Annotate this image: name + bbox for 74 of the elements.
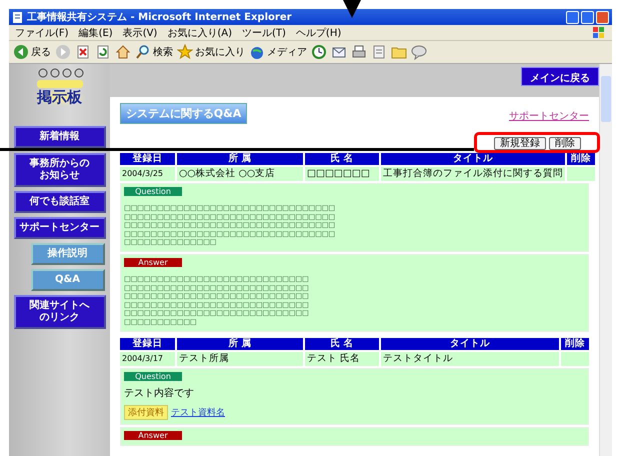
home-icon xyxy=(115,44,131,60)
refresh-button[interactable] xyxy=(95,44,111,60)
answer-label: Answer xyxy=(124,430,182,440)
action-button[interactable]: 削除 xyxy=(549,137,581,150)
sidebar-nav-button[interactable]: 何でも談話室 xyxy=(14,191,106,213)
column-header: 削除 xyxy=(567,153,595,165)
table-cell: 2004/3/25 xyxy=(120,167,175,181)
column-header: 氏 名 xyxy=(305,153,379,165)
search-icon xyxy=(135,44,151,60)
menu-item[interactable]: ファイル(F) xyxy=(15,26,69,40)
close-button[interactable] xyxy=(596,10,609,24)
column-header: 所 属 xyxy=(177,153,303,165)
table-cell: 2004/3/17 xyxy=(120,352,175,366)
logo-text: 掲示板 xyxy=(33,89,86,106)
search-button[interactable]: 検索 xyxy=(135,44,173,60)
menu-item[interactable]: ツール(T) xyxy=(242,26,286,40)
menu-item[interactable]: 表示(V) xyxy=(122,26,158,40)
question-label: Question xyxy=(124,372,182,381)
back-button[interactable]: 戻る xyxy=(13,44,51,60)
home-button[interactable] xyxy=(115,44,131,60)
star-icon xyxy=(177,44,193,60)
globe-icon xyxy=(249,44,265,60)
question-text: テスト内容です xyxy=(124,388,195,400)
table-cell: □□□□□□□ xyxy=(305,167,379,181)
pointer-arrow xyxy=(343,0,361,18)
attachment-link[interactable]: テスト資料名 xyxy=(171,406,225,419)
table-cell xyxy=(567,167,595,181)
sidebar-nav-button[interactable]: 新着情報 xyxy=(14,126,106,148)
windows-flag-icon xyxy=(592,26,606,39)
sidebar-nav-button[interactable]: サポートセンター xyxy=(14,217,106,239)
column-header: 氏 名 xyxy=(305,338,379,350)
scrollbar[interactable] xyxy=(599,64,612,456)
menu-item[interactable]: ヘルプ(H) xyxy=(296,26,342,40)
column-header: 登録日 xyxy=(120,153,175,165)
table-cell: テスト 氏名 xyxy=(305,352,379,366)
favorites-button[interactable]: お気に入り xyxy=(177,44,245,60)
messenger-button[interactable] xyxy=(411,44,427,60)
menu-item[interactable]: 編集(E) xyxy=(78,26,113,40)
table-cell xyxy=(561,352,589,366)
minimize-button[interactable] xyxy=(566,10,579,24)
history-icon xyxy=(311,44,327,60)
chat-bubble-icon xyxy=(411,44,427,60)
answer-label: Answer xyxy=(124,258,182,267)
print-button[interactable] xyxy=(351,44,367,60)
column-header: 削除 xyxy=(561,338,589,350)
table-cell: ○○株式会社 ○○支店 xyxy=(177,167,303,181)
window-title: 工事情報共有システム - Microsoft Internet Explorer xyxy=(27,10,293,24)
refresh-icon xyxy=(95,44,111,60)
support-center-link[interactable]: サポートセンター xyxy=(509,109,589,123)
back-to-main-button[interactable]: メインに戻る xyxy=(521,67,599,86)
sidebar-nav-button[interactable]: 関連サイトへのリンク xyxy=(14,295,106,329)
action-button[interactable]: 新規登録 xyxy=(494,137,546,150)
column-header: タイトル xyxy=(381,338,559,350)
printer-icon xyxy=(351,44,367,60)
stop-button[interactable] xyxy=(75,44,91,60)
people-drawing xyxy=(34,67,84,89)
table-cell: テスト所属 xyxy=(177,352,303,366)
document-icon xyxy=(371,44,387,60)
history-button[interactable] xyxy=(311,44,327,60)
table-cell: テストタイトル xyxy=(381,352,559,366)
page-heading: システムに関するQ&A xyxy=(120,103,247,124)
stop-icon xyxy=(75,44,91,60)
menu-item[interactable]: お気に入り(A) xyxy=(167,26,232,40)
table-cell: 工事打合簿のファイル添付に関する質問 xyxy=(381,167,565,181)
page-icon xyxy=(12,12,23,22)
column-header: 所 属 xyxy=(177,338,303,350)
column-header: タイトル xyxy=(381,153,565,165)
question-label: Question xyxy=(124,187,182,196)
media-button[interactable]: メディア xyxy=(249,44,307,60)
attachment-label: 添付資料 xyxy=(124,404,168,420)
edit-button[interactable] xyxy=(371,44,387,60)
maximize-button[interactable] xyxy=(581,10,594,24)
sidebar-nav-button[interactable]: 事務所からのお知らせ xyxy=(14,153,106,187)
column-header: 登録日 xyxy=(120,338,175,350)
